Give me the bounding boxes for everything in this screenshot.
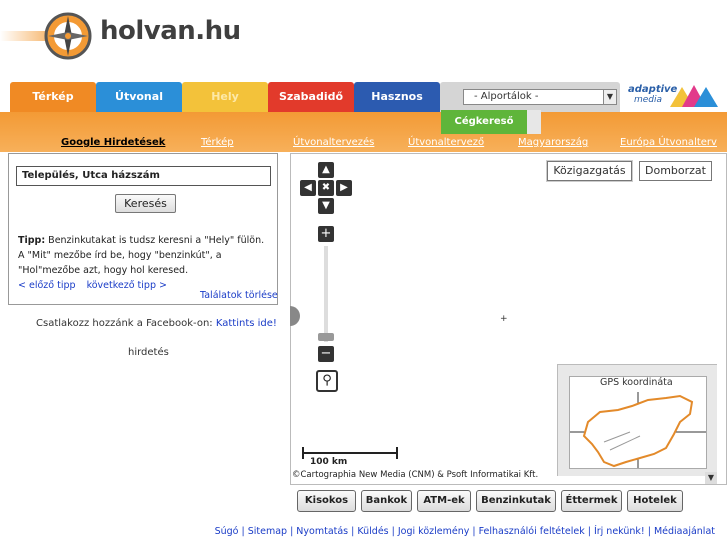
- poi-ettermek-button[interactable]: Éttermek: [561, 490, 622, 512]
- map-copyright: ©Cartographia New Media (CNM) & Psoft In…: [292, 470, 539, 480]
- map-type-terrain-button[interactable]: Domborzat: [639, 161, 712, 181]
- tip-body: Benzinkutakat is tudsz keresni a "Hely" …: [18, 235, 265, 276]
- cegkereso-spacer: [527, 110, 541, 134]
- tip-navigation: < előző tipp következő tipp >: [18, 280, 175, 291]
- footer-links[interactable]: Súgó | Sitemap | Nyomtatás | Küldés | Jo…: [0, 526, 727, 537]
- scale-bar: [302, 452, 398, 454]
- hungary-outline-icon: [570, 392, 706, 468]
- scale-bar-tick-right: [396, 447, 398, 459]
- poi-hotelek-button[interactable]: Hotelek: [627, 490, 683, 512]
- sublink-magyarorszag[interactable]: Magyarország: [518, 137, 588, 148]
- sublink-utvonaltervezes[interactable]: Útvonaltervezés: [293, 137, 374, 148]
- scale-label: 100 km: [310, 457, 348, 467]
- next-tip-link[interactable]: következő tipp >: [87, 280, 167, 291]
- map-center-marker: +: [500, 314, 508, 324]
- tab-hasznos[interactable]: Hasznos: [354, 82, 440, 112]
- poi-atm-button[interactable]: ATM-ek: [417, 490, 471, 512]
- poi-bankok-button[interactable]: Bankok: [361, 490, 412, 512]
- poi-benzinkutak-button[interactable]: Benzinkutak: [476, 490, 556, 512]
- adaptive-media-logo[interactable]: adaptive media: [628, 83, 723, 111]
- sublink-google-hirdetesek[interactable]: Google Hirdetések: [61, 137, 165, 148]
- facebook-link[interactable]: Kattints ide!: [216, 318, 277, 329]
- sublink-utvonaltervezo[interactable]: Útvonaltervező: [408, 137, 484, 148]
- prev-tip-link[interactable]: < előző tipp: [18, 280, 76, 291]
- subportal-select-value: - Alportálok -: [474, 91, 539, 102]
- zoom-slider-track[interactable]: [324, 246, 328, 342]
- zoom-slider-handle[interactable]: [318, 333, 334, 341]
- search-input[interactable]: Település, Utca házszám: [16, 166, 271, 186]
- pan-right-icon[interactable]: ▶: [336, 180, 352, 196]
- tip-prefix: Tipp:: [18, 235, 46, 246]
- facebook-promo: Csatlakozz hozzánk a Facebook-on: Kattin…: [36, 318, 277, 329]
- map-type-administrative-button[interactable]: Közigazgatás: [547, 161, 632, 181]
- ad-label: hirdetés: [128, 347, 169, 358]
- compass-logo-icon[interactable]: [42, 10, 94, 62]
- adaptive-media-shape-icon: [670, 85, 718, 107]
- sublink-terkep[interactable]: Térkép: [201, 137, 234, 148]
- pan-down-icon[interactable]: ▼: [318, 198, 334, 214]
- magnifier-icon[interactable]: ⚲: [316, 370, 338, 392]
- tab-szabadido[interactable]: Szabadidő: [268, 82, 354, 112]
- subportal-select[interactable]: - Alportálok - ▼: [463, 89, 617, 105]
- clear-results-link[interactable]: Találatok törlése: [200, 290, 278, 301]
- sponsor-line2: media: [634, 95, 663, 105]
- pan-reset-icon[interactable]: ✖: [318, 180, 334, 196]
- tab-cegkereso[interactable]: Cégkereső: [441, 110, 527, 134]
- pan-up-icon[interactable]: ▲: [318, 162, 334, 178]
- site-logo-text[interactable]: holvan.hu: [100, 16, 241, 46]
- scale-bar-tick-left: [302, 447, 304, 459]
- pan-left-icon[interactable]: ◀: [300, 180, 316, 196]
- tab-hely[interactable]: Hely: [182, 82, 268, 112]
- chevron-down-icon: ▼: [603, 90, 616, 104]
- zoom-out-icon[interactable]: −: [318, 346, 334, 362]
- gps-coordinates-label: GPS koordináta: [600, 377, 673, 388]
- overview-toggle-icon[interactable]: ▼: [705, 472, 717, 484]
- tip-text: Tipp: Benzinkutakat is tudsz keresni a "…: [18, 233, 270, 278]
- facebook-text: Csatlakozz hozzánk a Facebook-on:: [36, 318, 213, 329]
- tab-terkep[interactable]: Térkép: [10, 82, 96, 112]
- search-button[interactable]: Keresés: [115, 194, 176, 213]
- poi-kisokos-button[interactable]: Kisokos: [297, 490, 356, 512]
- sublink-europa-utvonalterv[interactable]: Európa Útvonalterv: [620, 137, 717, 148]
- zoom-in-icon[interactable]: +: [318, 226, 334, 242]
- tab-utvonal[interactable]: Útvonal: [96, 82, 182, 112]
